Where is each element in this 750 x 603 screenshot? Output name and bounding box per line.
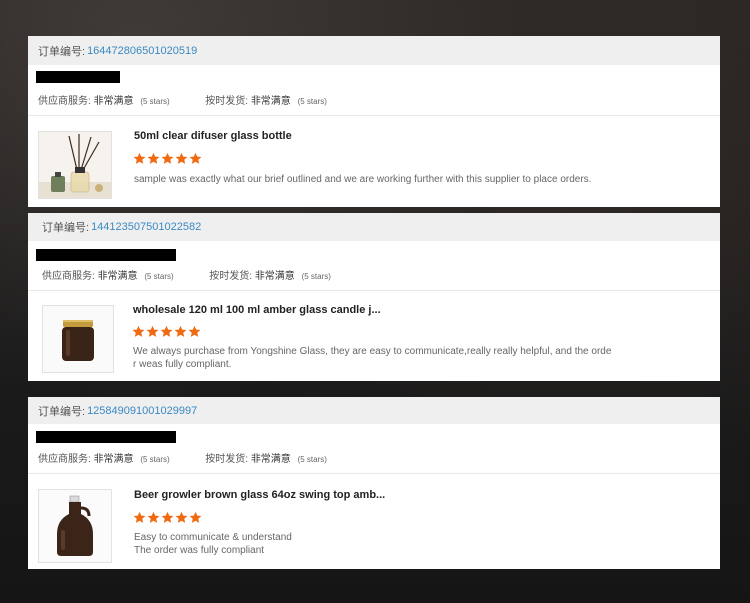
on-time-delivery-value: 非常满意 xyxy=(250,96,291,107)
seller-ratings: 供应商服务: 非常满意 (5 stars) 按时发货: 非常满意 (5 star… xyxy=(38,92,327,107)
star-icon xyxy=(161,152,174,164)
star-icon xyxy=(133,511,146,523)
supplier-service-label: 供应商服务: xyxy=(42,271,95,282)
supplier-service-value: 非常满意 xyxy=(93,454,134,465)
product-rating-stars xyxy=(133,511,202,524)
review-comment: Easy to communicate & understand The ord… xyxy=(134,532,292,556)
product-rating-stars xyxy=(132,325,201,338)
star-icon xyxy=(189,511,202,523)
on-time-delivery-value: 非常满意 xyxy=(254,271,295,282)
order-header: 订单编号: 125849091001029997 xyxy=(28,397,720,424)
product-title[interactable]: wholesale 120 ml 100 ml amber glass cand… xyxy=(133,304,381,316)
star-icon xyxy=(146,325,159,337)
redacted-buyer-name xyxy=(36,249,176,261)
seller-ratings: 供应商服务: 非常满意 (5 stars) 按时发货: 非常满意 (5 star… xyxy=(42,267,331,282)
order-number-link[interactable]: 144123507501022582 xyxy=(91,221,201,233)
product-title[interactable]: Beer growler brown glass 64oz swing top … xyxy=(134,489,385,501)
on-time-delivery-stars: (5 stars) xyxy=(297,97,327,106)
order-header: 订单编号: 144123507501022582 xyxy=(28,213,720,241)
order-number-link[interactable]: 164472806501020519 xyxy=(87,45,197,57)
seller-ratings: 供应商服务: 非常满意 (5 stars) 按时发货: 非常满意 (5 star… xyxy=(38,450,327,465)
star-icon xyxy=(189,152,202,164)
supplier-service-value: 非常满意 xyxy=(97,271,138,282)
redacted-buyer-name xyxy=(36,431,176,443)
star-icon xyxy=(161,511,174,523)
order-number-label: 订单编号: xyxy=(42,222,90,234)
order-number-label: 订单编号: xyxy=(38,405,86,418)
supplier-service-label: 供应商服务: xyxy=(38,454,91,465)
order-header: 订单编号: 164472806501020519 xyxy=(28,36,720,65)
order-number-label: 订单编号: xyxy=(38,45,86,58)
star-icon xyxy=(147,152,160,164)
star-icon xyxy=(132,325,145,337)
on-time-delivery-stars: (5 stars) xyxy=(301,272,331,281)
on-time-delivery-label: 按时发货: xyxy=(205,96,249,107)
review-comment: We always purchase from Yongshine Glass,… xyxy=(133,346,612,370)
supplier-service-label: 供应商服务: xyxy=(38,96,91,107)
on-time-delivery-value: 非常满意 xyxy=(250,454,291,465)
product-title[interactable]: 50ml clear difuser glass bottle xyxy=(134,130,292,142)
product-image-amber-jar[interactable] xyxy=(42,305,114,373)
star-icon xyxy=(174,325,187,337)
supplier-service-stars: (5 stars) xyxy=(140,97,170,106)
product-image-beer-growler[interactable] xyxy=(38,489,112,563)
order-number-link[interactable]: 125849091001029997 xyxy=(87,405,197,417)
star-icon xyxy=(147,511,160,523)
star-icon xyxy=(188,325,201,337)
star-icon xyxy=(160,325,173,337)
review-comment: sample was exactly what our brief outlin… xyxy=(134,174,592,185)
review-card: 订单编号: 125849091001029997 供应商服务: 非常满意 (5 … xyxy=(28,397,720,569)
redacted-buyer-name xyxy=(36,71,120,83)
supplier-service-value: 非常满意 xyxy=(93,96,134,107)
product-image-diffuser[interactable] xyxy=(38,131,112,199)
on-time-delivery-label: 按时发货: xyxy=(209,271,253,282)
on-time-delivery-stars: (5 stars) xyxy=(297,455,327,464)
star-icon xyxy=(133,152,146,164)
star-icon xyxy=(175,152,188,164)
on-time-delivery-label: 按时发货: xyxy=(205,454,249,465)
supplier-service-stars: (5 stars) xyxy=(144,272,174,281)
review-card: 订单编号: 144123507501022582 供应商服务: 非常满意 (5 … xyxy=(28,213,720,381)
review-card: 订单编号: 164472806501020519 供应商服务: 非常满意 (5 … xyxy=(28,36,720,207)
supplier-service-stars: (5 stars) xyxy=(140,455,170,464)
product-rating-stars xyxy=(133,152,202,165)
star-icon xyxy=(175,511,188,523)
